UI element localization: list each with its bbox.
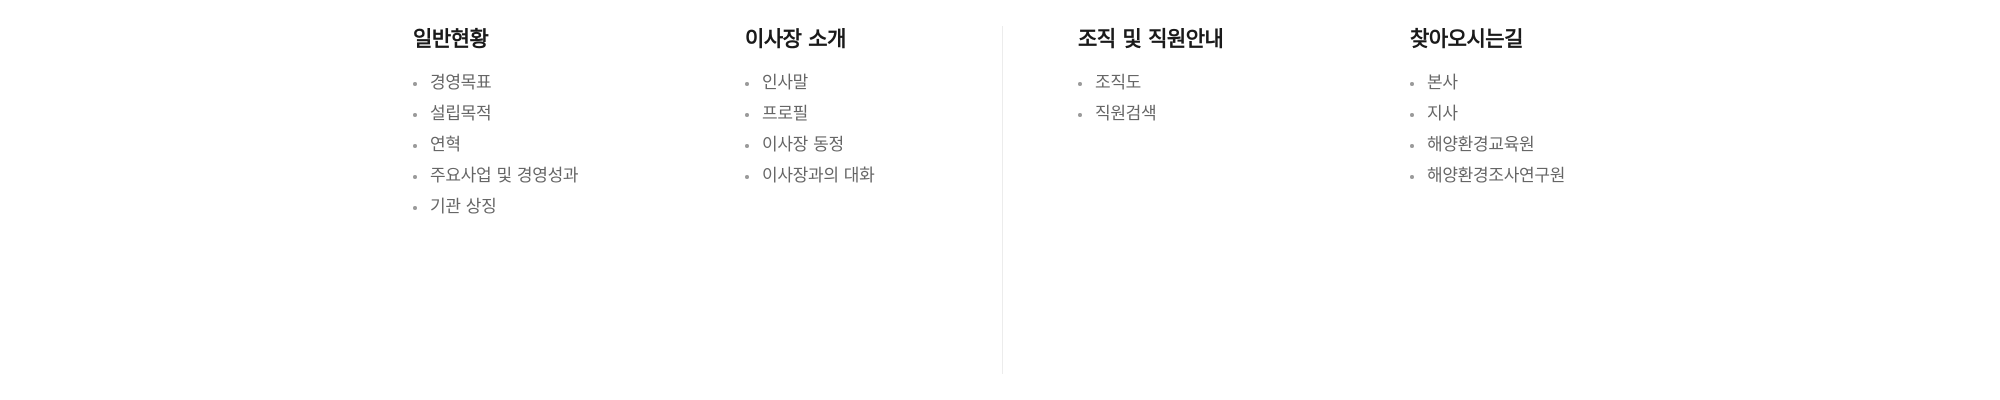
menu-item-education-center[interactable]: 해양환경교육원 bbox=[1410, 130, 1710, 161]
menu-column-organization: 조직 및 직원안내 조직도 직원검색 bbox=[1078, 24, 1378, 130]
bullet-icon bbox=[413, 113, 417, 117]
menu-item-label: 설립목적 bbox=[430, 104, 492, 124]
menu-item-label: 직원검색 bbox=[1095, 104, 1157, 124]
bullet-icon bbox=[413, 206, 417, 210]
menu-item-headquarters[interactable]: 본사 bbox=[1410, 68, 1710, 99]
menu-item-founding-purpose[interactable]: 설립목적 bbox=[413, 99, 713, 130]
menu-item-label: 해양환경교육원 bbox=[1427, 135, 1535, 155]
bullet-icon bbox=[745, 113, 749, 117]
menu-item-label: 주요사업 및 경영성과 bbox=[430, 166, 579, 186]
bullet-icon bbox=[413, 144, 417, 148]
menu-item-branch[interactable]: 지사 bbox=[1410, 99, 1710, 130]
menu-column-general-status: 일반현황 경영목표 설립목적 연혁 주요사업 및 경영성과 기관 상징 bbox=[413, 24, 713, 223]
bullet-icon bbox=[1410, 82, 1414, 86]
menu-item-label: 연혁 bbox=[430, 135, 461, 155]
menu-item-label: 프로필 bbox=[762, 104, 809, 124]
menu-item-symbol[interactable]: 기관 상징 bbox=[413, 192, 713, 223]
bullet-icon bbox=[745, 144, 749, 148]
bullet-icon bbox=[413, 82, 417, 86]
menu-item-main-business[interactable]: 주요사업 및 경영성과 bbox=[413, 161, 713, 192]
menu-item-label: 조직도 bbox=[1095, 73, 1142, 93]
column-item-list: 본사 지사 해양환경교육원 해양환경조사연구원 bbox=[1410, 68, 1710, 192]
menu-item-label: 기관 상징 bbox=[430, 197, 497, 217]
menu-item-staff-search[interactable]: 직원검색 bbox=[1078, 99, 1378, 130]
column-item-list: 경영목표 설립목적 연혁 주요사업 및 경영성과 기관 상징 bbox=[413, 68, 713, 223]
menu-item-greeting[interactable]: 인사말 bbox=[745, 68, 1045, 99]
bullet-icon bbox=[745, 175, 749, 179]
bullet-icon bbox=[1078, 82, 1082, 86]
column-title[interactable]: 조직 및 직원안내 bbox=[1078, 24, 1378, 54]
menu-item-label: 지사 bbox=[1427, 104, 1458, 124]
menu-item-label: 이사장과의 대화 bbox=[762, 166, 875, 186]
bullet-icon bbox=[1410, 113, 1414, 117]
bullet-icon bbox=[745, 82, 749, 86]
bullet-icon bbox=[1410, 175, 1414, 179]
menu-item-chairman-dialogue[interactable]: 이사장과의 대화 bbox=[745, 161, 1045, 192]
column-title[interactable]: 이사장 소개 bbox=[745, 24, 1045, 54]
column-item-list: 인사말 프로필 이사장 동정 이사장과의 대화 bbox=[745, 68, 1045, 192]
menu-item-label: 본사 bbox=[1427, 73, 1458, 93]
menu-column-directions: 찾아오시는길 본사 지사 해양환경교육원 해양환경조사연구원 bbox=[1410, 24, 1710, 192]
bullet-icon bbox=[1410, 144, 1414, 148]
column-item-list: 조직도 직원검색 bbox=[1078, 68, 1378, 130]
menu-item-research-center[interactable]: 해양환경조사연구원 bbox=[1410, 161, 1710, 192]
bullet-icon bbox=[1078, 113, 1082, 117]
menu-item-profile[interactable]: 프로필 bbox=[745, 99, 1045, 130]
menu-item-label: 이사장 동정 bbox=[762, 135, 844, 155]
menu-item-management-goals[interactable]: 경영목표 bbox=[413, 68, 713, 99]
column-title[interactable]: 찾아오시는길 bbox=[1410, 24, 1710, 54]
column-title[interactable]: 일반현황 bbox=[413, 24, 713, 54]
bullet-icon bbox=[413, 175, 417, 179]
mega-menu-panel: 일반현황 경영목표 설립목적 연혁 주요사업 및 경영성과 기관 상징 이사장 … bbox=[0, 0, 2000, 400]
menu-item-label: 인사말 bbox=[762, 73, 809, 93]
menu-column-chairman: 이사장 소개 인사말 프로필 이사장 동정 이사장과의 대화 bbox=[745, 24, 1045, 192]
menu-item-label: 해양환경조사연구원 bbox=[1427, 166, 1566, 186]
menu-item-label: 경영목표 bbox=[430, 73, 492, 93]
menu-item-history[interactable]: 연혁 bbox=[413, 130, 713, 161]
menu-item-chairman-news[interactable]: 이사장 동정 bbox=[745, 130, 1045, 161]
menu-item-org-chart[interactable]: 조직도 bbox=[1078, 68, 1378, 99]
